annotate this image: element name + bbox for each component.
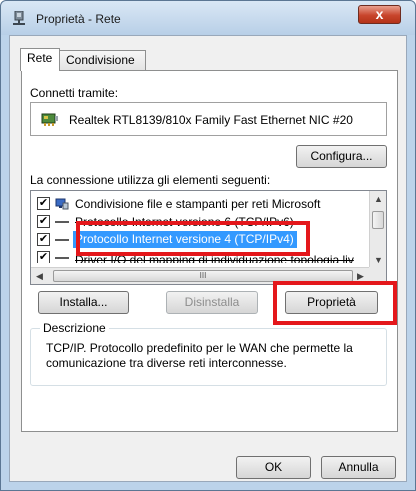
properties-dialog: Proprietà - Rete x Rete Condivisione Con…	[0, 0, 416, 491]
list-item[interactable]: ✔ Condivisione file e stampanti per reti…	[31, 195, 369, 213]
tab-condivisione[interactable]: Condivisione	[59, 50, 146, 71]
network-adapter-icon	[41, 113, 58, 126]
item-checkbox[interactable]: ✔	[37, 197, 50, 210]
close-icon: x	[375, 6, 384, 22]
configure-button[interactable]: Configura...	[296, 145, 387, 168]
scroll-up-icon[interactable]: ▲	[370, 191, 386, 208]
item-checkbox[interactable]: ✔	[37, 233, 50, 246]
network-share-icon	[55, 198, 69, 210]
protocol-icon	[55, 257, 69, 259]
description-legend: Descrizione	[40, 321, 109, 335]
close-button[interactable]: x	[358, 5, 401, 24]
item-checkbox[interactable]: ✔	[37, 215, 50, 228]
highlight-frame-properties	[273, 281, 397, 325]
dialog-client-area: Rete Condivisione Connetti tramite: Real…	[9, 35, 407, 482]
connect-via-label: Connetti tramite:	[30, 86, 119, 100]
list-item-label: Condivisione file e stampanti per reti M…	[75, 197, 321, 211]
window-title: Proprietà - Rete	[36, 12, 121, 26]
items-section-label: La connessione utilizza gli elementi seg…	[30, 173, 271, 187]
uninstall-button: Disinstalla	[166, 291, 258, 314]
protocol-icon	[55, 239, 69, 241]
adapter-field: Realtek RTL8139/810x Family Fast Etherne…	[30, 102, 387, 136]
adapter-name: Realtek RTL8139/810x Family Fast Etherne…	[69, 113, 353, 127]
description-text: TCP/IP. Protocollo predefinito per le WA…	[46, 341, 353, 370]
vertical-scroll-thumb[interactable]	[372, 211, 384, 229]
highlight-frame-ipv4	[76, 221, 310, 256]
protocol-icon	[55, 221, 69, 223]
network-icon	[13, 11, 25, 25]
cancel-button[interactable]: Annulla	[321, 456, 396, 479]
tab-rete[interactable]: Rete	[20, 48, 60, 71]
ok-button[interactable]: OK	[236, 456, 311, 479]
scroll-left-icon[interactable]: ◀	[31, 268, 48, 284]
item-checkbox[interactable]: ✔	[37, 251, 50, 263]
title-bar[interactable]: Proprietà - Rete x	[1, 1, 415, 35]
vertical-scrollbar[interactable]: ▲ ▼	[369, 191, 386, 269]
install-button[interactable]: Installa...	[38, 291, 129, 314]
